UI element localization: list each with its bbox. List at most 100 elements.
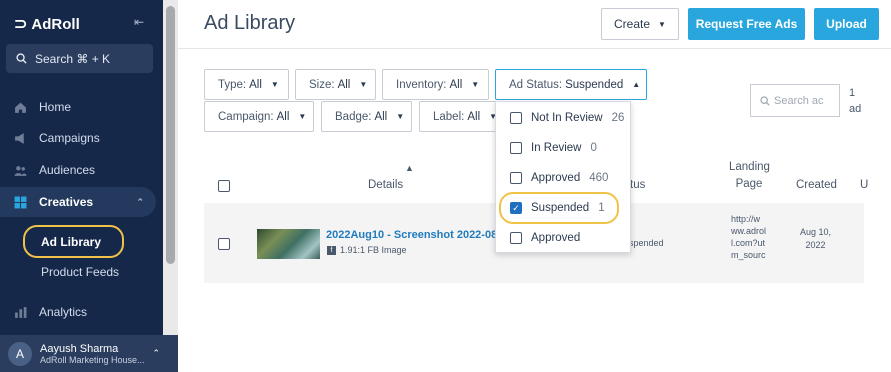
search-icon	[16, 53, 27, 64]
column-status[interactable]: tus	[630, 179, 645, 191]
filter-label: Type:	[218, 78, 247, 91]
sidebar-search[interactable]: Search ⌘ + K	[6, 44, 153, 73]
sidebar-item-label: Analytics	[39, 305, 88, 319]
status-option-approved-2[interactable]: Approved	[510, 232, 580, 244]
filter-ad-status[interactable]: Ad Status: Suspended ▲	[495, 69, 647, 100]
user-name: Aayush Sharma	[40, 342, 119, 355]
created-cell: Aug 10, 2022	[800, 226, 831, 252]
status-option-approved[interactable]: Approved 460	[510, 172, 608, 184]
caret-down-icon: ▼	[396, 112, 405, 121]
option-checkbox[interactable]	[510, 112, 522, 124]
caret-down-icon: ▼	[298, 112, 307, 121]
option-label: Not In Review	[531, 112, 603, 124]
status-option-in-review[interactable]: In Review 0	[510, 142, 597, 154]
row-checkbox[interactable]	[218, 238, 230, 250]
column-details[interactable]: Details	[368, 179, 403, 191]
option-checkbox[interactable]	[510, 172, 522, 184]
search-icon	[760, 95, 770, 106]
column-landing-page[interactable]: Landing Page	[729, 161, 770, 190]
sidebar-search-label: Search ⌘ + K	[35, 51, 111, 66]
filter-campaign[interactable]: Campaign: All ▼	[204, 101, 314, 132]
sidebar-item-audiences[interactable]: Audiences	[0, 155, 163, 185]
sidebar: ⊃ AdRoll ⇤ Search ⌘ + K Home Campaigns A…	[0, 0, 163, 372]
upload-button[interactable]: Upload	[814, 8, 879, 40]
sidebar-scrollbar[interactable]	[163, 0, 178, 335]
chevron-up-icon: ⌃	[136, 196, 144, 207]
ad-format-label: 1.91:1 FB Image	[340, 245, 407, 255]
user-menu[interactable]: A Aayush Sharma AdRoll Marketing House..…	[0, 335, 178, 372]
option-checkbox[interactable]	[510, 232, 522, 244]
adroll-logo[interactable]: ⊃ AdRoll	[14, 14, 80, 34]
request-free-ads-button[interactable]: Request Free Ads	[688, 8, 805, 40]
filter-label: Campaign:	[218, 110, 274, 123]
sidebar-item-creatives[interactable]: Creatives ⌃	[0, 187, 156, 217]
ad-status-dropdown: Not In Review 26 In Review 0 Approved 46…	[495, 101, 631, 253]
logo-mark-icon: ⊃	[14, 16, 28, 33]
created-line: 2022	[805, 240, 826, 250]
column-created[interactable]: Created	[796, 179, 837, 191]
user-org: AdRoll Marketing House...	[40, 354, 145, 365]
filter-label: Badge:	[335, 110, 372, 123]
sidebar-item-campaigns[interactable]: Campaigns	[0, 123, 163, 153]
scrollbar-thumb[interactable]	[166, 6, 175, 264]
column-cut[interactable]: U	[860, 179, 868, 191]
caret-down-icon: ▼	[359, 80, 368, 89]
filter-value: All	[337, 78, 351, 91]
sidebar-subitem-product-feeds[interactable]: Product Feeds	[41, 265, 119, 279]
caret-down-icon: ▼	[658, 19, 666, 29]
option-label: In Review	[531, 142, 582, 154]
chart-icon	[15, 306, 27, 318]
filter-value: All	[467, 110, 481, 123]
sidebar-item-label: Creatives	[39, 195, 94, 209]
filter-label: Inventory:	[396, 78, 447, 91]
page-title: Ad Library	[204, 12, 296, 34]
ad-format: f 1.91:1 FB Image	[327, 245, 407, 255]
sidebar-item-label: Audiences	[39, 163, 96, 177]
ad-thumbnail[interactable]	[257, 229, 320, 259]
avatar: A	[8, 341, 32, 366]
sidebar-item-home[interactable]: Home	[0, 92, 163, 122]
collapse-sidebar-icon[interactable]: ⇤	[134, 15, 144, 29]
search-placeholder: Search ac	[774, 94, 824, 107]
sidebar-item-label: Home	[39, 100, 72, 114]
logo-text: AdRoll	[31, 15, 80, 33]
status-option-not-in-review[interactable]: Not In Review 26	[510, 112, 624, 124]
home-icon	[15, 102, 26, 113]
filter-badge[interactable]: Badge: All ▼	[321, 101, 412, 132]
option-label: Approved	[531, 172, 581, 184]
filter-value: Suspended	[565, 78, 624, 91]
ad-title-link[interactable]: 2022Aug10 - Screenshot 2022-08-1	[326, 229, 507, 241]
landing-line: l.com?ut	[731, 238, 766, 248]
ad-search-input[interactable]: Search ac	[750, 84, 840, 117]
option-count: 26	[611, 112, 625, 124]
landing-line: ww.adrol	[731, 226, 767, 236]
create-button[interactable]: Create ▼	[601, 8, 679, 40]
filter-size[interactable]: Size: All ▼	[295, 69, 376, 100]
option-checkbox[interactable]	[510, 142, 522, 154]
column-landing-line1: Landing	[729, 161, 770, 173]
highlight-suspended	[499, 192, 619, 224]
filter-inventory[interactable]: Inventory: All ▼	[382, 69, 489, 100]
highlight-ad-library	[23, 225, 124, 258]
people-icon	[14, 165, 27, 176]
option-count: 460	[589, 172, 609, 184]
sidebar-item-label: Campaigns	[39, 131, 100, 145]
ad-status-cell: spended	[629, 238, 664, 248]
result-count: 1	[849, 87, 856, 99]
filter-type[interactable]: Type: All ▼	[204, 69, 289, 100]
filter-label: Ad Status:	[509, 78, 563, 91]
created-line: Aug 10,	[800, 227, 832, 237]
filter-value: All	[276, 110, 290, 123]
select-all-checkbox[interactable]	[218, 180, 230, 192]
grid-icon	[14, 196, 27, 208]
sidebar-item-analytics[interactable]: Analytics	[0, 297, 163, 327]
option-count: 0	[590, 142, 597, 154]
filter-value: All	[249, 78, 262, 91]
caret-down-icon: ▼	[471, 80, 480, 89]
column-landing-line2: Page	[735, 178, 763, 190]
sort-up-icon[interactable]: ▲	[405, 163, 414, 173]
landing-page-cell[interactable]: http://w ww.adrol l.com?ut m_sourc	[731, 213, 766, 261]
filter-label: Size:	[309, 78, 335, 91]
caret-down-icon: ▼	[270, 80, 279, 89]
megaphone-icon	[15, 132, 24, 144]
